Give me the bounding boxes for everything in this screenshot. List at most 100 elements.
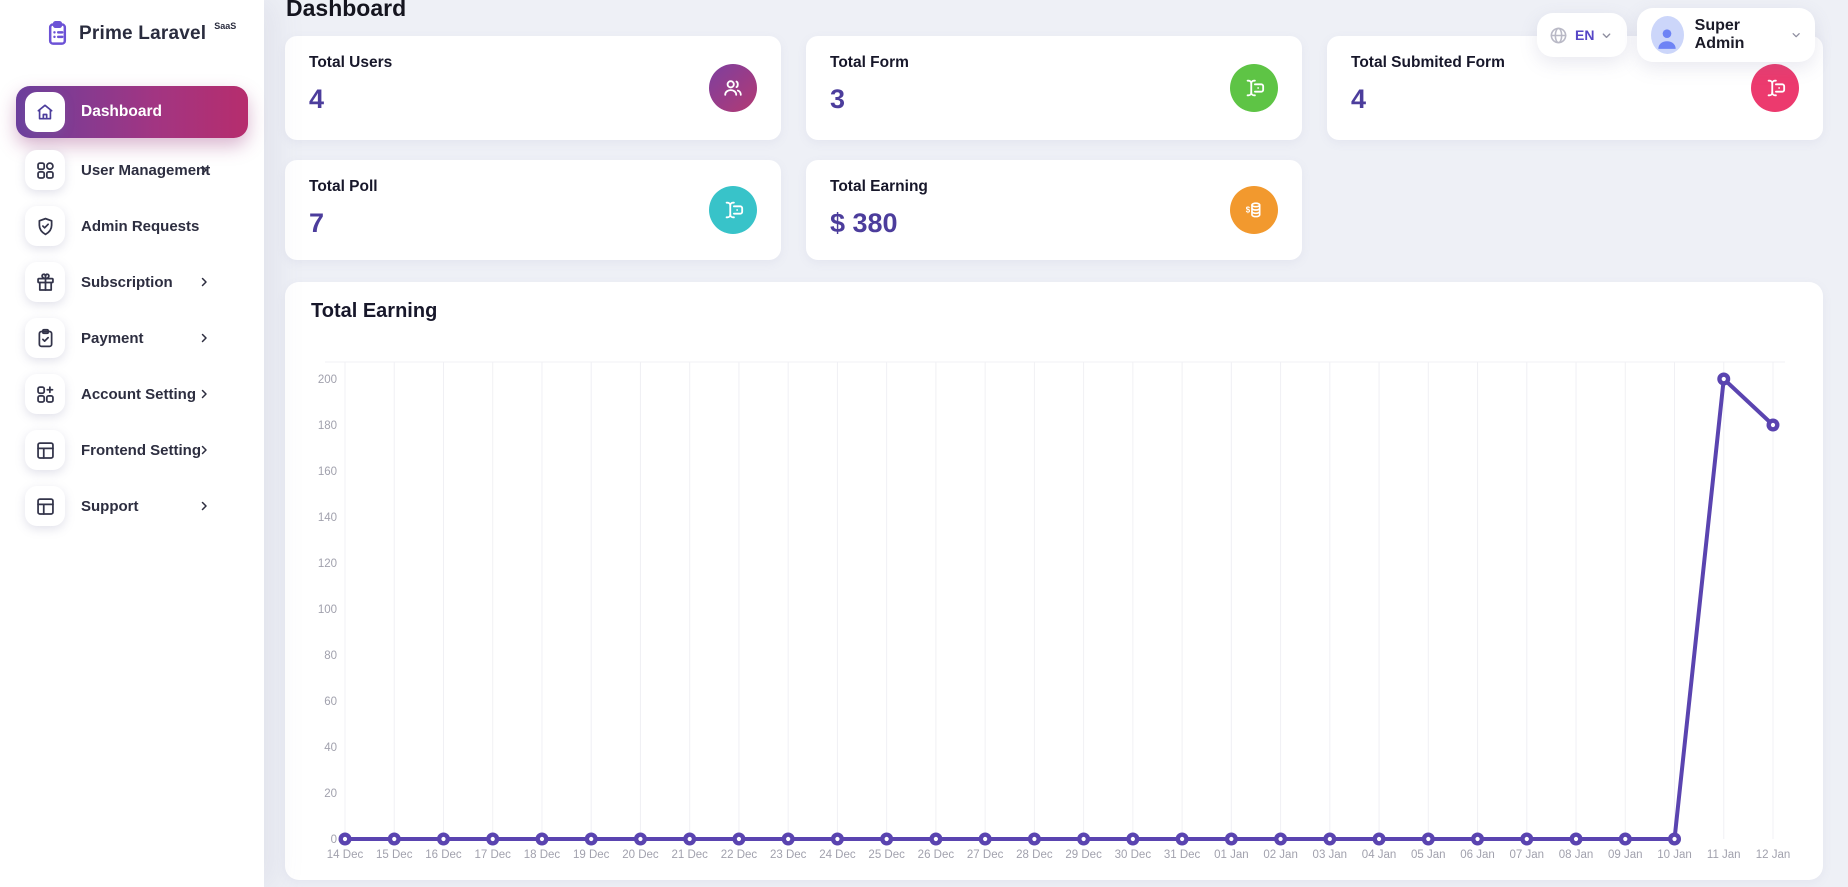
svg-text:26 Dec: 26 Dec xyxy=(918,849,955,861)
stat-value: $ 380 xyxy=(830,208,898,238)
brand-logo[interactable]: Prime Laravel SaaS xyxy=(44,20,236,47)
page-title: Dashboard xyxy=(286,0,407,21)
sidebar-item-label: Dashboard xyxy=(81,103,162,120)
svg-text:28 Dec: 28 Dec xyxy=(1016,849,1053,861)
sidebar-item-account-setting[interactable]: Account Setting xyxy=(16,366,248,422)
stat-value: 3 xyxy=(830,84,846,114)
svg-text:60: 60 xyxy=(324,696,337,708)
avatar-person-icon xyxy=(1658,29,1676,49)
user-menu[interactable]: Super Admin xyxy=(1637,8,1815,62)
svg-text:10 Jan: 10 Jan xyxy=(1657,849,1692,861)
sidebar-item-support[interactable]: Support xyxy=(16,478,248,534)
svg-text:24 Dec: 24 Dec xyxy=(819,849,856,861)
coins-icon: $ xyxy=(1230,186,1278,234)
stat-value: 7 xyxy=(309,208,325,238)
clipboard-check-icon xyxy=(25,318,65,358)
sidebar-nav: User Management Admin Requests Subscript… xyxy=(16,142,248,534)
stat-label: Total Earning xyxy=(830,178,928,195)
svg-text:04 Jan: 04 Jan xyxy=(1362,849,1397,861)
chevron-down-icon xyxy=(1792,33,1800,38)
svg-text:0: 0 xyxy=(331,834,337,846)
svg-text:180: 180 xyxy=(318,420,337,432)
layout-icon xyxy=(25,430,65,470)
svg-text:200: 200 xyxy=(318,374,337,386)
svg-text:16 Dec: 16 Dec xyxy=(425,849,462,861)
brand-name: Prime Laravel xyxy=(79,23,207,44)
stat-label: Total Submited Form xyxy=(1351,54,1505,71)
layout-icon xyxy=(25,486,65,526)
chevron-right-icon xyxy=(201,445,207,455)
svg-text:07 Jan: 07 Jan xyxy=(1510,849,1545,861)
form-input-icon xyxy=(1230,64,1278,112)
svg-text:18 Dec: 18 Dec xyxy=(524,849,561,861)
svg-text:29 Dec: 29 Dec xyxy=(1065,849,1102,861)
sidebar-item-label: Payment xyxy=(81,329,144,347)
sidebar-item-subscription[interactable]: Subscription xyxy=(16,254,248,310)
svg-text:40: 40 xyxy=(324,742,337,754)
svg-text:$: $ xyxy=(1246,205,1251,214)
earning-chart-card: Total Earning 0 20 40 60 80 100 120 140 160 180 20… xyxy=(285,282,1823,880)
gift-icon xyxy=(25,262,65,302)
svg-text:19 Dec: 19 Dec xyxy=(573,849,610,861)
home-icon xyxy=(25,92,65,132)
svg-text:20 Dec: 20 Dec xyxy=(622,849,659,861)
sidebar-item-frontend-setting[interactable]: Frontend Setting xyxy=(16,422,248,478)
avatar xyxy=(1651,16,1684,54)
user-name: Super Admin xyxy=(1694,17,1745,52)
svg-text:03 Jan: 03 Jan xyxy=(1313,849,1348,861)
svg-text:120: 120 xyxy=(318,558,337,570)
stat-card-total-earning: Total Earning $ 380 $ xyxy=(806,160,1302,260)
grid-plus-icon xyxy=(25,374,65,414)
chevron-right-icon xyxy=(201,389,207,399)
svg-text:11 Jan: 11 Jan xyxy=(1707,849,1741,861)
svg-text:140: 140 xyxy=(318,512,337,524)
chevron-right-icon xyxy=(201,333,207,343)
stat-label: Total Poll xyxy=(309,178,378,195)
svg-text:09 Jan: 09 Jan xyxy=(1608,849,1643,861)
sidebar-item-payment[interactable]: Payment xyxy=(16,310,248,366)
svg-text:08 Jan: 08 Jan xyxy=(1559,849,1594,861)
language-selector[interactable]: EN xyxy=(1537,13,1627,57)
sidebar-item-label: Subscription xyxy=(81,273,173,291)
svg-text:12 Jan: 12 Jan xyxy=(1756,849,1791,861)
svg-text:25 Dec: 25 Dec xyxy=(868,849,905,861)
svg-text:05 Jan: 05 Jan xyxy=(1411,849,1446,861)
stat-label: Total Users xyxy=(309,54,393,71)
chevron-right-icon xyxy=(201,277,207,287)
svg-text:100: 100 xyxy=(318,604,337,616)
earning-line-chart[interactable]: 0 20 40 60 80 100 120 140 160 180 200 14 Dec 15 Dec 1… xyxy=(285,282,1823,880)
sidebar: Prime Laravel SaaS Dashboard User Manage… xyxy=(0,0,264,887)
sidebar-item-label: Frontend Setting xyxy=(81,441,201,459)
sidebar-item-label: Support xyxy=(81,497,139,515)
sidebar-item-dashboard[interactable]: Dashboard xyxy=(16,86,248,138)
svg-text:31 Dec: 31 Dec xyxy=(1164,849,1201,861)
svg-text:20: 20 xyxy=(324,788,337,800)
svg-text:160: 160 xyxy=(318,466,337,478)
stat-value: 4 xyxy=(309,84,325,114)
stat-card-total-poll: Total Poll 7 xyxy=(285,160,781,260)
svg-text:30 Dec: 30 Dec xyxy=(1115,849,1152,861)
svg-text:17 Dec: 17 Dec xyxy=(475,849,512,861)
stat-card-total-users: Total Users 4 xyxy=(285,36,781,140)
stat-card-total-form: Total Form 3 xyxy=(806,36,1302,140)
grid-icon xyxy=(25,150,65,190)
shield-check-icon xyxy=(25,206,65,246)
form-input-icon xyxy=(1751,64,1799,112)
svg-text:02 Jan: 02 Jan xyxy=(1263,849,1298,861)
clipboard-logo-icon xyxy=(48,21,67,45)
svg-text:01 Jan: 01 Jan xyxy=(1214,849,1249,861)
sidebar-item-user-management[interactable]: User Management xyxy=(16,142,248,198)
sidebar-item-label: Account Setting xyxy=(81,385,196,403)
chevron-down-icon xyxy=(1603,32,1611,38)
stat-label: Total Form xyxy=(830,54,909,71)
svg-text:06 Jan: 06 Jan xyxy=(1460,849,1495,861)
users-icon xyxy=(709,64,757,112)
svg-text:80: 80 xyxy=(324,650,337,662)
language-code: EN xyxy=(1575,27,1595,43)
svg-text:15 Dec: 15 Dec xyxy=(376,849,413,861)
svg-text:14 Dec: 14 Dec xyxy=(327,849,364,861)
globe-icon xyxy=(1550,27,1567,43)
sidebar-item-label: Admin Requests xyxy=(81,217,200,235)
svg-text:21 Dec: 21 Dec xyxy=(671,849,708,861)
sidebar-item-admin-requests[interactable]: Admin Requests xyxy=(16,198,248,254)
